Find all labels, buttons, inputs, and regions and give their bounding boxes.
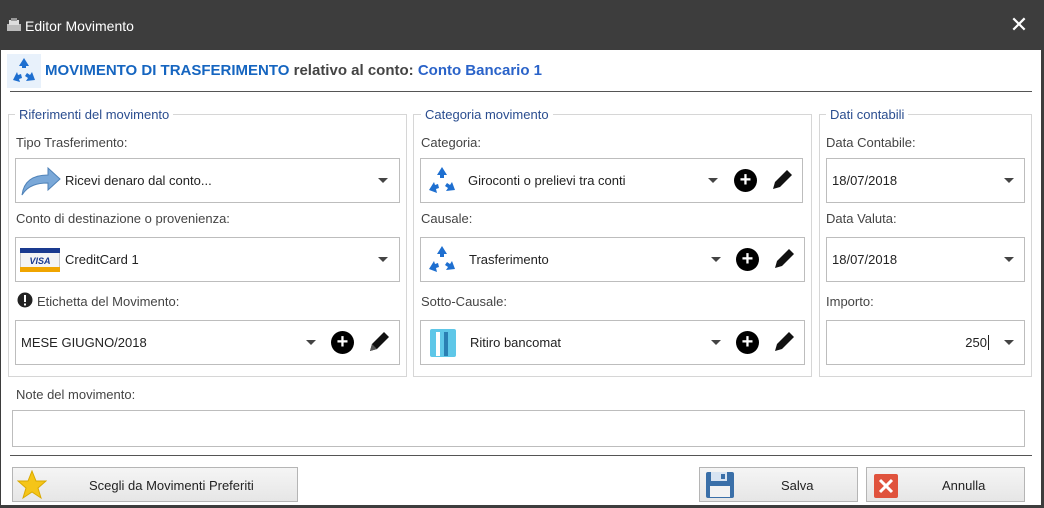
chevron-down-icon <box>1004 257 1014 262</box>
chevron-down-icon <box>378 178 388 183</box>
exclamation-icon <box>17 292 33 308</box>
group-title-riferimenti: Riferimenti del movimento <box>15 107 174 122</box>
conto-select[interactable]: VISA CreditCard 1 <box>15 237 400 282</box>
preferiti-label: Scegli da Movimenti Preferiti <box>89 478 254 493</box>
data-contabile-picker[interactable]: 18/07/2018 <box>826 158 1025 203</box>
header-divider <box>10 91 1032 92</box>
etichetta-label: Etichetta del Movimento: <box>37 294 180 309</box>
floppy-icon <box>706 472 734 498</box>
etichetta-value: MESE GIUGNO/2018 <box>21 335 147 350</box>
tipo-trasferimento-value: Ricevi denaro dal conto... <box>65 173 212 188</box>
note-label: Note del movimento: <box>16 387 136 402</box>
importo-input[interactable]: 250 <box>826 320 1025 365</box>
data-valuta-value: 18/07/2018 <box>832 252 898 267</box>
conto-value: CreditCard 1 <box>65 252 139 267</box>
causale-value: Trasferimento <box>469 252 549 267</box>
conto-label: Conto di destinazione o provenienza: <box>16 211 230 226</box>
save-button[interactable]: Salva <box>699 467 858 502</box>
edit-etichetta-pencil-icon[interactable] <box>366 329 392 355</box>
recycle-icon <box>429 167 455 193</box>
categoria-label: Categoria: <box>421 135 481 150</box>
data-contabile-value: 18/07/2018 <box>832 173 898 188</box>
chevron-down-icon <box>306 340 316 345</box>
data-valuta-label: Data Valuta: <box>826 211 897 226</box>
group-title-categoria: Categoria movimento <box>421 107 553 122</box>
window-title: Editor Movimento <box>25 18 134 34</box>
edit-causale-pencil-icon[interactable] <box>771 246 797 272</box>
relative-label: relativo al conto: <box>293 62 414 79</box>
x-icon <box>874 474 898 498</box>
cancel-button[interactable]: Annulla <box>866 467 1025 502</box>
arrow-icon <box>21 166 61 196</box>
tipo-trasferimento-select[interactable]: Ricevi denaro dal conto... <box>15 158 400 203</box>
chevron-down-icon <box>378 257 388 262</box>
cancel-label: Annulla <box>942 478 986 493</box>
tipo-trasferimento-label: Tipo Trasferimento: <box>16 135 128 150</box>
edit-categoria-pencil-icon[interactable] <box>769 167 795 193</box>
add-categoria-button[interactable]: + <box>734 169 757 192</box>
chevron-down-icon <box>1004 340 1014 345</box>
note-textarea[interactable] <box>12 410 1025 447</box>
recycle-icon <box>429 246 455 272</box>
atm-card-icon <box>430 329 456 357</box>
recycle-icon <box>7 54 41 88</box>
title-bar: Editor Movimento ✕ <box>0 0 1044 50</box>
edit-sottocausale-pencil-icon[interactable] <box>771 329 797 355</box>
preferiti-button[interactable]: Scegli da Movimenti Preferiti <box>12 467 298 502</box>
chevron-down-icon <box>1004 178 1014 183</box>
data-valuta-picker[interactable]: 18/07/2018 <box>826 237 1025 282</box>
importo-value: 250 <box>965 335 989 350</box>
add-sottocausale-button[interactable]: + <box>736 331 759 354</box>
importo-label: Importo: <box>826 294 874 309</box>
chevron-down-icon <box>711 257 721 262</box>
star-icon <box>17 470 47 500</box>
add-causale-button[interactable]: + <box>736 248 759 271</box>
chevron-down-icon <box>708 178 718 183</box>
visa-card-icon: VISA <box>20 248 60 272</box>
header-line: MOVIMENTO DI TRASFERIMENTO relativo al c… <box>45 62 542 79</box>
causale-label: Causale: <box>421 211 473 226</box>
chevron-down-icon <box>711 340 721 345</box>
sottocausale-label: Sotto-Causale: <box>421 294 507 309</box>
close-icon[interactable]: ✕ <box>1008 12 1030 38</box>
app-icon <box>7 18 21 31</box>
sottocausale-value: Ritiro bancomat <box>470 335 562 350</box>
save-label: Salva <box>781 478 814 493</box>
svg-text:VISA: VISA <box>29 256 50 266</box>
movement-type: MOVIMENTO DI TRASFERIMENTO <box>45 62 290 79</box>
categoria-value: Giroconti o prelievi tra conti <box>468 173 626 188</box>
footer-divider <box>10 455 1032 456</box>
data-contabile-label: Data Contabile: <box>826 135 916 150</box>
add-etichetta-button[interactable]: + <box>331 331 354 354</box>
account-name: Conto Bancario 1 <box>417 62 543 79</box>
group-title-contabili: Dati contabili <box>826 107 909 122</box>
